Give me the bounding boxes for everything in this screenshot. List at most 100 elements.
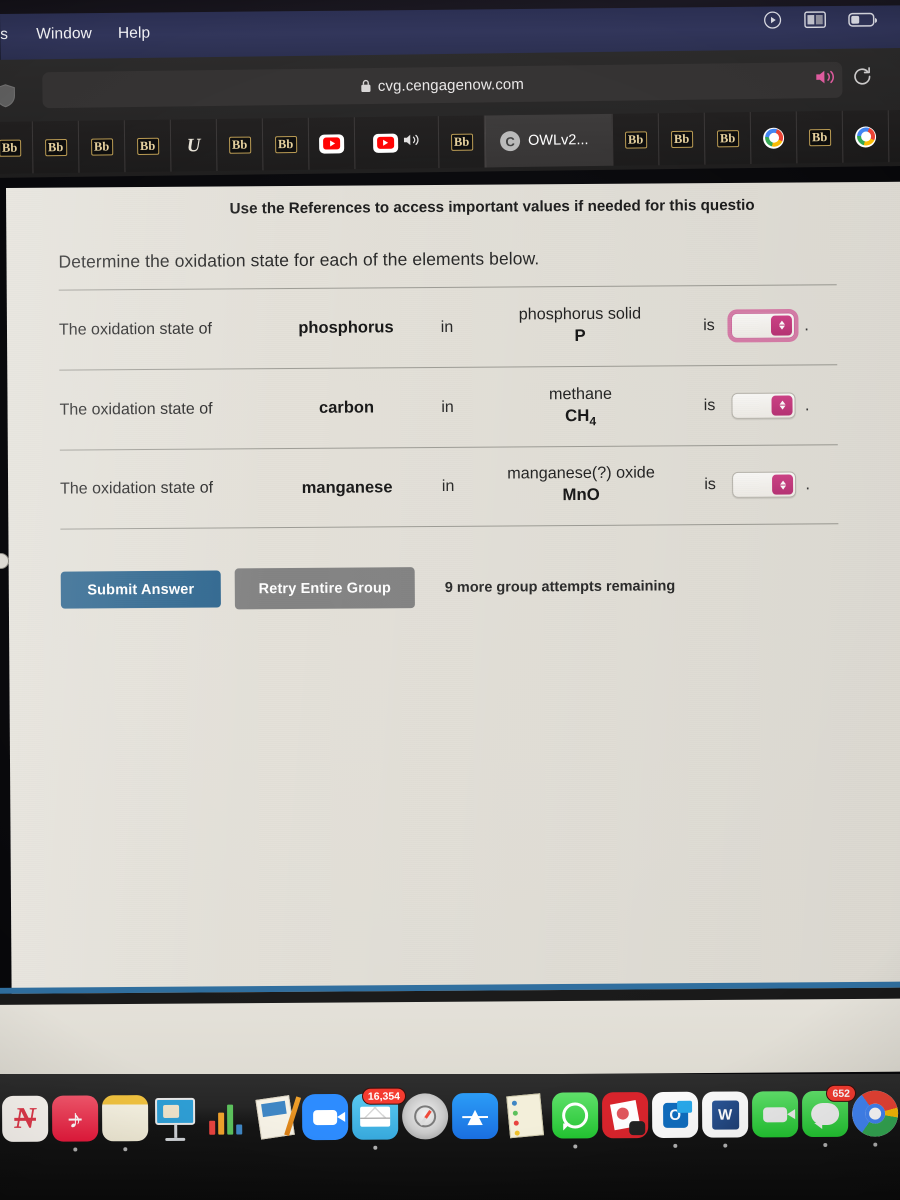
- control-center-icon[interactable]: [763, 10, 782, 29]
- desktop-strip: [0, 998, 900, 1078]
- row-compound: manganese(?) oxide MnO: [474, 463, 688, 510]
- table-row: The oxidation state of manganese in mang…: [59, 444, 839, 530]
- tab-blackboard[interactable]: Bb: [216, 118, 264, 171]
- retry-entire-group-button[interactable]: Retry Entire Group: [234, 567, 415, 610]
- row-period: .: [805, 474, 811, 494]
- running-indicator: [823, 1142, 828, 1147]
- dock-item-zoom[interactable]: [300, 1093, 350, 1156]
- tab-blackboard[interactable]: Bb: [262, 117, 310, 171]
- tab-blackboard[interactable]: Bb: [796, 110, 844, 164]
- dock-item-messages[interactable]: 652: [800, 1084, 857, 1153]
- running-indicator: [673, 1143, 678, 1148]
- running-indicator: [123, 1147, 128, 1152]
- tab-title: OWLv2...: [528, 132, 589, 149]
- address-bar[interactable]: cvg.cengagenow.com: [42, 61, 843, 109]
- tab-youtube-playing[interactable]: [354, 116, 440, 170]
- macos-dock: N ♪ 16,354 ▲ O W 652: [0, 1084, 900, 1166]
- tab-blackboard[interactable]: Bb: [0, 121, 34, 174]
- oxidation-state-select[interactable]: [731, 391, 796, 419]
- tab-blackboard[interactable]: Bb: [612, 113, 660, 166]
- row-element-name: carbon: [318, 398, 375, 417]
- messages-icon: 652: [801, 1084, 857, 1138]
- menu-item-app[interactable]: s: [0, 26, 10, 44]
- lock-icon: [361, 79, 372, 93]
- tab-blackboard[interactable]: Bb: [704, 111, 752, 165]
- blackboard-icon: Bb: [90, 137, 113, 156]
- google-icon: [854, 125, 877, 148]
- battery-icon[interactable]: [848, 11, 878, 27]
- dock-item-pages[interactable]: [250, 1094, 302, 1156]
- dock-item-safari[interactable]: [400, 1093, 450, 1155]
- speaker-icon[interactable]: [402, 132, 420, 152]
- row-is-word: is: [703, 316, 715, 334]
- shield-icon[interactable]: [0, 84, 16, 113]
- row-compound: methane CH4: [473, 383, 687, 430]
- row-compound: phosphorus solid P: [473, 303, 687, 350]
- notes-icon: [101, 1095, 149, 1142]
- oxidation-state-select[interactable]: [731, 471, 797, 498]
- review-topics-link[interactable]: [Review Topics]: [466, 182, 563, 183]
- blackboard-icon: Bb: [44, 138, 67, 156]
- dock-item-photo-booth[interactable]: [600, 1092, 650, 1154]
- running-indicator: [373, 1145, 378, 1150]
- dock-item-whatsapp[interactable]: [550, 1092, 600, 1154]
- submit-answer-button[interactable]: Submit Answer: [60, 570, 221, 609]
- speaker-mute-icon[interactable]: [814, 68, 836, 91]
- dock-item-music[interactable]: ♪: [50, 1095, 100, 1157]
- row-compound-name: methane: [548, 384, 613, 403]
- tab-blackboard[interactable]: Bb: [438, 115, 486, 169]
- menu-item-help[interactable]: Help: [118, 25, 150, 43]
- messages-badge: 652: [826, 1084, 857, 1102]
- dock-item-keynote[interactable]: [150, 1095, 200, 1157]
- table-row: The oxidation state of carbon in methane…: [59, 364, 838, 450]
- tab-blackboard[interactable]: Bb: [32, 120, 80, 174]
- pages-icon: [252, 1094, 302, 1140]
- screen-mirroring-icon[interactable]: [804, 11, 827, 29]
- oxidation-state-select[interactable]: [730, 311, 796, 339]
- photo-booth-icon: [601, 1092, 649, 1139]
- tab-blackboard[interactable]: Bb: [78, 120, 126, 173]
- numbers-icon: [202, 1094, 248, 1140]
- address-bar-url: cvg.cengagenow.com: [377, 75, 525, 95]
- dock-item-numbers[interactable]: [200, 1094, 250, 1156]
- keynote-icon: [152, 1095, 198, 1141]
- youtube-icon: [318, 133, 345, 154]
- dock-item-facetime[interactable]: [750, 1091, 800, 1153]
- app-store-icon: ▲: [451, 1092, 499, 1140]
- row-compound-formula: P: [574, 325, 586, 345]
- running-indicator: [873, 1142, 878, 1147]
- row-period: .: [804, 394, 810, 414]
- question-rows: The oxidation state of phosphorus in pho…: [58, 284, 839, 530]
- dock-item-stickies[interactable]: [500, 1093, 550, 1155]
- reload-icon[interactable]: [852, 66, 872, 91]
- table-row: The oxidation state of phosphorus in pho…: [58, 284, 838, 370]
- running-indicator: [723, 1143, 728, 1148]
- select-stepper-icon[interactable]: [771, 395, 793, 416]
- tab-owlv2-active[interactable]: C OWLv2...: [484, 113, 614, 168]
- dock-item-outlook[interactable]: O: [650, 1091, 700, 1154]
- news-icon: N: [1, 1095, 49, 1142]
- script-u-icon: U: [186, 134, 201, 156]
- row-period: .: [804, 314, 810, 334]
- blackboard-icon: Bb: [274, 135, 297, 153]
- tab-youtube[interactable]: [308, 117, 356, 170]
- tab-google[interactable]: [842, 110, 890, 163]
- select-stepper-icon[interactable]: [771, 315, 793, 336]
- running-indicator: [573, 1144, 578, 1149]
- select-stepper-icon[interactable]: [772, 474, 794, 495]
- dock-item-word[interactable]: W: [700, 1091, 750, 1153]
- owlv2-question-page: [Review Topics] [References] Use the Ref…: [6, 181, 900, 1000]
- row-in-word: in: [440, 318, 454, 336]
- dock-item-chrome[interactable]: [850, 1090, 900, 1153]
- tab-blackboard[interactable]: Bb: [658, 112, 706, 166]
- dock-item-news[interactable]: N: [0, 1095, 50, 1158]
- dock-item-notes[interactable]: [100, 1095, 150, 1157]
- dock-item-app-store[interactable]: ▲: [450, 1092, 500, 1155]
- tab-google-docs[interactable]: [888, 109, 900, 163]
- tab-blackboard[interactable]: Bb: [124, 119, 172, 173]
- dock-item-mail[interactable]: 16,354: [350, 1087, 407, 1156]
- tab-script-u[interactable]: U: [170, 118, 218, 172]
- tab-google[interactable]: [750, 111, 798, 164]
- menu-item-window[interactable]: Window: [36, 25, 92, 44]
- row-is-word: is: [703, 396, 716, 414]
